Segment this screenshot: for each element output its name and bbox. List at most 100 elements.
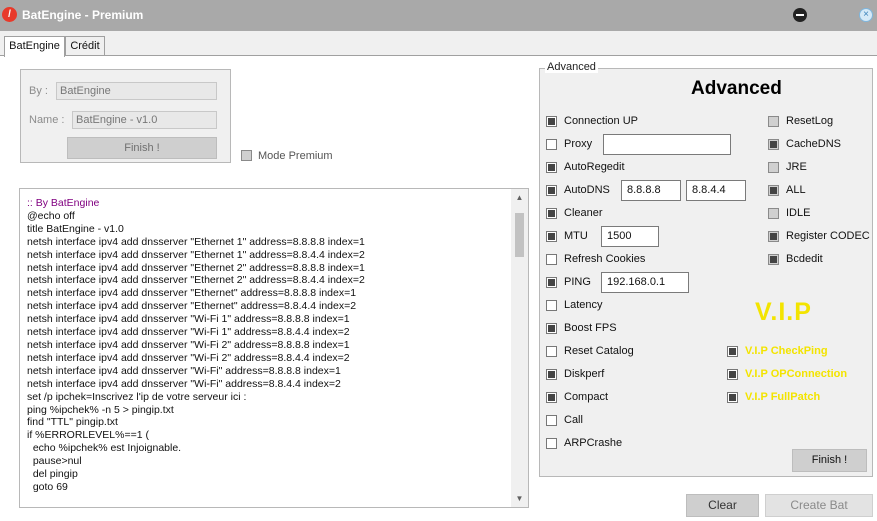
dns-secondary-input[interactable]: 8.8.4.4 xyxy=(686,180,746,201)
option-bcdedit-checkbox[interactable] xyxy=(768,254,779,265)
advanced-group xyxy=(539,68,873,477)
script-line: find "TTL" pingip.txt xyxy=(27,416,118,429)
script-line: netsh interface ipv4 add dnsserver "Ethe… xyxy=(27,287,357,300)
option-reset-catalog-label: Reset Catalog xyxy=(564,345,634,357)
by-field[interactable]: BatEngine xyxy=(56,82,217,100)
option-boost-fps-checkbox[interactable] xyxy=(546,323,557,334)
option-latency-checkbox[interactable] xyxy=(546,300,557,311)
script-line: netsh interface ipv4 add dnsserver "Ethe… xyxy=(27,274,365,287)
script-line: title BatEngine - v1.0 xyxy=(27,222,124,235)
option-refresh-cookies-label: Refresh Cookies xyxy=(564,253,646,265)
option-jre-checkbox[interactable] xyxy=(768,162,779,173)
identity-finish-button[interactable]: Finish ! xyxy=(67,137,217,159)
script-line: netsh interface ipv4 add dnsserver "Wi-F… xyxy=(27,377,341,390)
scroll-down-icon[interactable]: ▼ xyxy=(515,494,524,503)
ping-ip-input[interactable]: 192.168.0.1 xyxy=(601,272,689,293)
option-autoregedit-checkbox[interactable] xyxy=(546,162,557,173)
clear-button[interactable]: Clear xyxy=(686,494,759,517)
script-line: :: By BatEngine xyxy=(27,197,100,209)
proxy-input[interactable] xyxy=(603,134,731,155)
script-scrollbar[interactable]: ▲ ▼ xyxy=(511,189,528,507)
option-proxy-checkbox[interactable] xyxy=(546,139,557,150)
dns-primary-input[interactable]: 8.8.8.8 xyxy=(621,180,681,201)
script-line: @echo off xyxy=(27,209,75,222)
option-boost-fps-label: Boost FPS xyxy=(564,322,617,334)
option-bcdedit-label: Bcdedit xyxy=(786,253,823,265)
option-latency-label: Latency xyxy=(564,299,603,311)
option-compact-label: Compact xyxy=(564,391,609,403)
option-ping-checkbox[interactable] xyxy=(546,277,557,288)
option-compact-checkbox[interactable] xyxy=(546,392,557,403)
vip-v-i-p-fullpatch-label: V.I.P FullPatch xyxy=(745,391,821,403)
script-line: netsh interface ipv4 add dnsserver "Ethe… xyxy=(27,248,365,261)
option-autodns-checkbox[interactable] xyxy=(546,185,557,196)
tab-credit[interactable]: Crédit xyxy=(65,36,105,56)
tab-batengine[interactable]: BatEngine xyxy=(4,36,65,57)
option-cachedns-label: CacheDNS xyxy=(786,138,842,150)
option-autodns-label: AutoDNS xyxy=(564,184,610,196)
script-line: netsh interface ipv4 add dnsserver "Ethe… xyxy=(27,300,357,313)
window-title: BatEngine - Premium xyxy=(22,8,144,22)
name-label: Name : xyxy=(29,114,65,126)
advanced-legend: Advanced xyxy=(545,61,598,73)
close-button[interactable]: × xyxy=(859,8,873,22)
option-cachedns-checkbox[interactable] xyxy=(768,139,779,150)
option-resetlog-checkbox[interactable] xyxy=(768,116,779,127)
vip-title: V.I.P xyxy=(755,298,812,326)
option-mtu-label: MTU xyxy=(564,230,588,242)
script-line: pause>nul xyxy=(27,455,82,468)
option-proxy-label: Proxy xyxy=(564,138,593,150)
option-call-checkbox[interactable] xyxy=(546,415,557,426)
script-line: if %ERRORLEVEL%==1 ( xyxy=(27,429,149,442)
advanced-finish-button[interactable]: Finish ! xyxy=(792,449,867,472)
option-arpcrashe-checkbox[interactable] xyxy=(546,438,557,449)
by-label: By : xyxy=(29,85,48,97)
minimize-button[interactable] xyxy=(793,8,807,22)
script-line: netsh interface ipv4 add dnsserver "Wi-F… xyxy=(27,351,350,364)
option-connection-up-label: Connection UP xyxy=(564,115,638,127)
script-line: set /p ipchek=Inscrivez l'ip de votre se… xyxy=(27,390,247,403)
script-editor[interactable]: :: By BatEngine @echo off title BatEngine … xyxy=(19,188,529,508)
mode-premium-checkbox[interactable] xyxy=(241,150,252,161)
script-line: netsh interface ipv4 add dnsserver "Wi-F… xyxy=(27,326,350,339)
option-resetlog-label: ResetLog xyxy=(786,115,834,127)
scroll-thumb[interactable] xyxy=(515,213,524,257)
option-diskperf-checkbox[interactable] xyxy=(546,369,557,380)
option-cleaner-checkbox[interactable] xyxy=(546,208,557,219)
option-idle-checkbox[interactable] xyxy=(768,208,779,219)
option-all-checkbox[interactable] xyxy=(768,185,779,196)
option-cleaner-label: Cleaner xyxy=(564,207,603,219)
option-diskperf-label: Diskperf xyxy=(564,368,605,380)
title-bar: / BatEngine - Premium × xyxy=(0,0,877,31)
option-ping-label: PING xyxy=(564,276,591,288)
option-refresh-cookies-checkbox[interactable] xyxy=(546,254,557,265)
option-autoregedit-label: AutoRegedit xyxy=(564,161,625,173)
option-register-codec-checkbox[interactable] xyxy=(768,231,779,242)
option-jre-label: JRE xyxy=(786,161,807,173)
option-connection-up-checkbox[interactable] xyxy=(546,116,557,127)
option-arpcrashe-label: ARPCrashe xyxy=(564,437,623,449)
option-register-codec-label: Register CODEC xyxy=(786,230,870,242)
script-line: goto 69 xyxy=(27,480,68,493)
vip-v-i-p-checkping-checkbox[interactable] xyxy=(727,346,738,357)
create-bat-button[interactable]: Create Bat xyxy=(765,494,873,517)
scroll-up-icon[interactable]: ▲ xyxy=(515,193,524,202)
option-idle-label: IDLE xyxy=(786,207,811,219)
option-call-label: Call xyxy=(564,414,583,426)
vip-v-i-p-fullpatch-checkbox[interactable] xyxy=(727,392,738,403)
option-reset-catalog-checkbox[interactable] xyxy=(546,346,557,357)
mtu-input[interactable]: 1500 xyxy=(601,226,659,247)
script-line: echo %ipchek% est Injoignable. xyxy=(27,442,182,455)
vip-v-i-p-checkping-label: V.I.P CheckPing xyxy=(745,345,828,357)
advanced-heading: Advanced xyxy=(691,78,782,99)
option-mtu-checkbox[interactable] xyxy=(546,231,557,242)
vip-v-i-p-opconnection-label: V.I.P OPConnection xyxy=(745,368,848,380)
option-all-label: ALL xyxy=(786,184,806,196)
script-line: netsh interface ipv4 add dnsserver "Wi-F… xyxy=(27,338,350,351)
script-line: del pingip xyxy=(27,468,78,481)
script-line: netsh interface ipv4 add dnsserver "Ethe… xyxy=(27,261,365,274)
vip-v-i-p-opconnection-checkbox[interactable] xyxy=(727,369,738,380)
script-text[interactable]: :: By BatEngine @echo off title BatEngine … xyxy=(27,197,365,494)
script-line: netsh interface ipv4 add dnsserver "Ethe… xyxy=(27,235,365,248)
name-field[interactable]: BatEngine - v1.0 xyxy=(72,111,217,129)
